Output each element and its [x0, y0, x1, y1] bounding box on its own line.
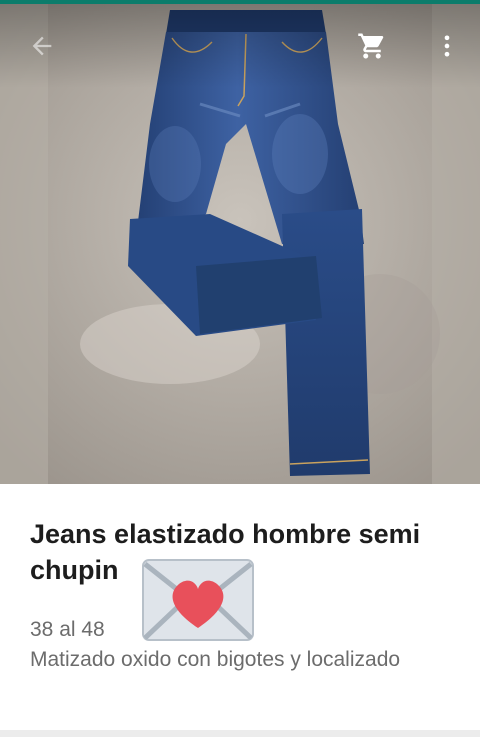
- more-vert-icon: [444, 35, 450, 57]
- love-letter-icon: [142, 559, 254, 641]
- shopping-cart-icon: [358, 33, 384, 59]
- image-toolbar: [0, 4, 480, 88]
- bottom-divider: [0, 730, 480, 737]
- arrow-back-icon: [32, 36, 52, 56]
- back-button[interactable]: [24, 28, 60, 64]
- product-size-range: 38 al 48: [30, 618, 105, 641]
- product-details: Jeans elastizado hombre semi chupin 38 a…: [0, 484, 480, 730]
- more-options-button[interactable]: [429, 28, 465, 64]
- cart-button[interactable]: [354, 28, 390, 64]
- product-description: Matizado oxido con bigotes y localizado: [30, 648, 401, 671]
